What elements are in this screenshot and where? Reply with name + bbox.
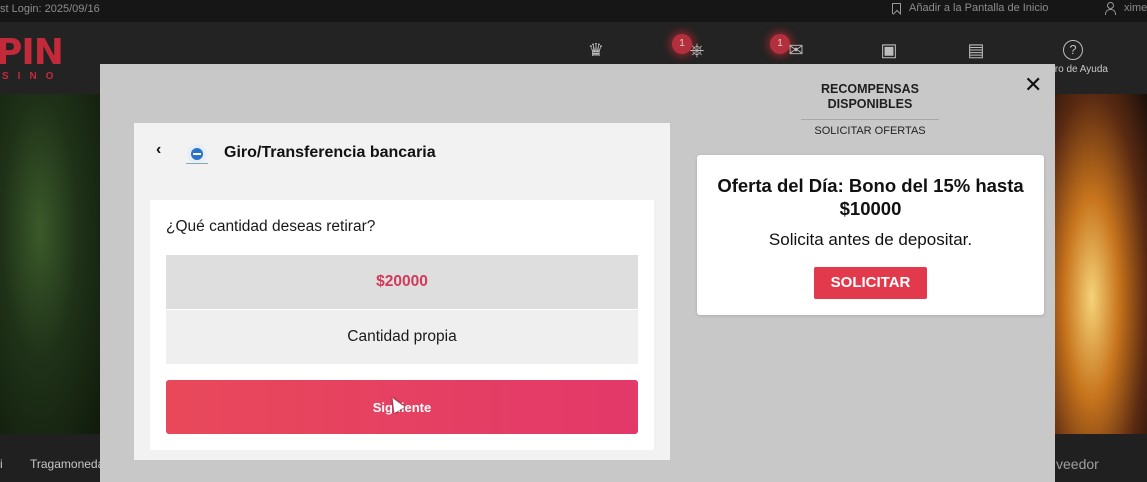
- cashier-icon[interactable]: ▤: [965, 40, 987, 60]
- last-login-text: st Login: 2025/09/16: [0, 3, 100, 15]
- withdrawal-modal: ✕ ‹ Giro/Transferencia bancaria ¿Qué can…: [100, 64, 1055, 482]
- request-offers-tab[interactable]: SOLICITAR OFERTAS: [801, 125, 939, 137]
- category-item[interactable]: i: [0, 457, 3, 471]
- custom-amount-option[interactable]: Cantidad propia: [166, 310, 638, 364]
- calendar-icon[interactable]: ▣: [878, 40, 900, 60]
- bookmark-icon: [892, 2, 901, 14]
- offer-title: Oferta del Día: Bono del 15% hasta $1000…: [717, 175, 1024, 219]
- rewards-divider: [801, 119, 939, 120]
- logo[interactable]: PIN: [0, 32, 64, 73]
- wheel-icon[interactable]: ⎈: [686, 40, 708, 60]
- category-item-provider[interactable]: veedor: [1056, 456, 1099, 472]
- add-to-homescreen-link[interactable]: Añadir a la Pantalla de Inicio: [892, 2, 1048, 14]
- user-menu[interactable]: xime: [1104, 2, 1147, 15]
- add-to-homescreen-label: Añadir a la Pantalla de Inicio: [909, 2, 1049, 14]
- payment-method-title: Giro/Transferencia bancaria: [224, 144, 436, 161]
- close-icon[interactable]: ✕: [1024, 74, 1042, 96]
- offer-card: Oferta del Día: Bono del 15% hasta $1000…: [697, 155, 1044, 315]
- amount-card: ¿Qué cantidad deseas retirar? $20000 Can…: [150, 200, 654, 450]
- game-banner-right: [1055, 94, 1147, 434]
- help-center-label[interactable]: tro de Ayuda: [1052, 64, 1108, 75]
- request-offer-button[interactable]: SOLICITAR: [814, 267, 927, 299]
- bank-icon-underline: [186, 163, 208, 164]
- panel-header: ‹ Giro/Transferencia bancaria: [134, 123, 670, 183]
- user-icon: [1104, 2, 1116, 15]
- logo-subtitle: SINO: [2, 71, 63, 82]
- game-banner-left: [0, 94, 100, 434]
- amount-question: ¿Qué cantidad deseas retirar?: [166, 218, 376, 235]
- category-item-slots[interactable]: Tragamoneda: [30, 457, 104, 471]
- back-icon[interactable]: ‹: [156, 141, 161, 159]
- help-icon[interactable]: ?: [1063, 40, 1083, 60]
- withdrawal-panel: ‹ Giro/Transferencia bancaria ¿Qué canti…: [134, 123, 670, 460]
- crown-icon[interactable]: ♛: [585, 40, 607, 60]
- amount-option-label: $20000: [376, 273, 428, 290]
- top-strip: st Login: 2025/09/16 Añadir a la Pantall…: [0, 0, 1147, 22]
- amount-option-20000[interactable]: $20000: [166, 255, 638, 309]
- username: xime: [1124, 2, 1147, 14]
- custom-amount-label: Cantidad propia: [347, 328, 457, 345]
- mail-icon[interactable]: ✉: [785, 40, 807, 60]
- offer-subtitle: Solicita antes de depositar.: [768, 230, 973, 249]
- rewards-title: RECOMPENSAS DISPONIBLES: [821, 82, 919, 111]
- bank-icon: [187, 144, 207, 164]
